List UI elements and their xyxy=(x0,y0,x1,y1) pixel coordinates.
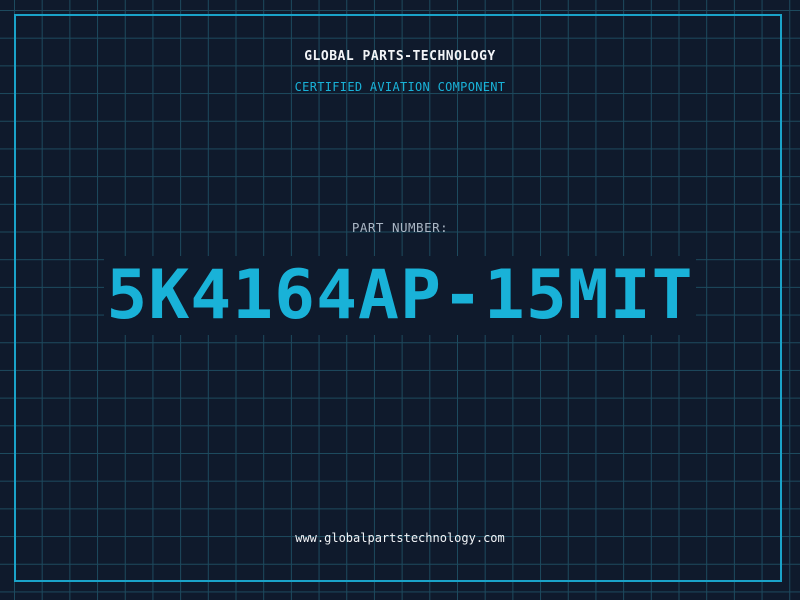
part-number-label: PART NUMBER: xyxy=(351,220,449,235)
part-number-value: 5K4164AP-15MIT xyxy=(0,256,800,336)
company-name: GLOBAL PARTS-TECHNOLOGY xyxy=(304,49,496,64)
certification-tagline: CERTIFIED AVIATION COMPONENT xyxy=(294,80,506,94)
website-url: www.globalpartstechnology.com xyxy=(295,531,505,545)
part-number-text: 5K4164AP-15MIT xyxy=(104,256,696,335)
